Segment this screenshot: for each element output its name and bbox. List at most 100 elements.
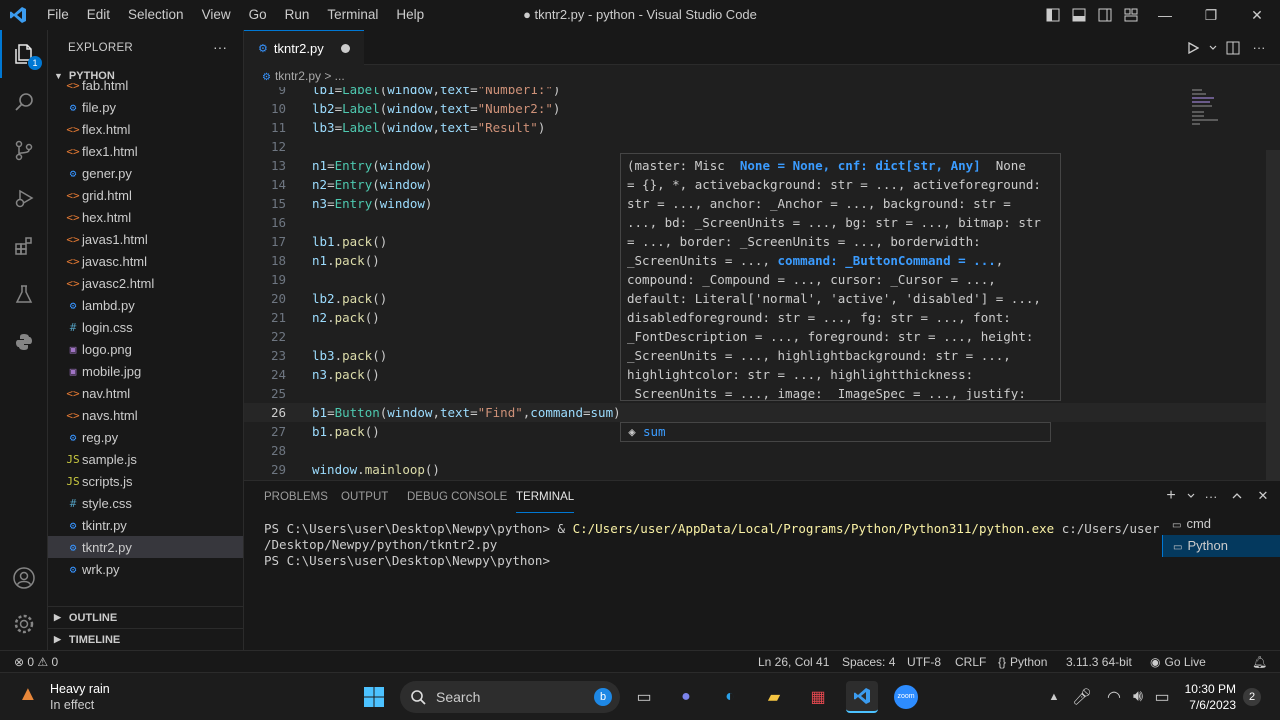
file-item[interactable]: # style.css	[48, 492, 243, 514]
zoom-icon[interactable]: zoom	[890, 681, 922, 713]
file-item[interactable]: JS sample.js	[48, 448, 243, 470]
file-item[interactable]: <> flex.html	[48, 118, 243, 140]
cursor-position[interactable]: Ln 26, Col 41	[758, 651, 829, 673]
terminal-line-2[interactable]: /Desktop/Newpy/python/tkntr2.py	[264, 537, 497, 553]
editor-scrollbar[interactable]	[1266, 150, 1280, 480]
microphone-icon[interactable]: 🎤︎	[1066, 681, 1098, 713]
file-item[interactable]: ⚙ lambd.py	[48, 294, 243, 316]
suggestion-widget[interactable]: ◈ sum	[620, 422, 1051, 442]
maximize-button[interactable]: ❐	[1188, 0, 1234, 30]
maximize-panel-chevron-up-icon[interactable]	[1224, 481, 1250, 511]
testing-icon[interactable]	[0, 270, 48, 318]
timeline-section[interactable]: ▶ TIMELINE	[48, 628, 243, 650]
code-line[interactable]: 29 window.mainloop()	[244, 460, 1280, 479]
terminal-line-3[interactable]: PS C:\Users\user\Desktop\Newpy\python>	[264, 553, 550, 569]
file-item[interactable]: ⚙ gener.py	[48, 162, 243, 184]
file-item[interactable]: ▣ mobile.jpg	[48, 360, 243, 382]
explorer-icon[interactable]: 1	[0, 30, 48, 78]
file-item[interactable]: <> javasc2.html	[48, 272, 243, 294]
clock[interactable]: 10:30 PM 7/6/2023	[1180, 681, 1236, 713]
suggestion-item-sum[interactable]: sum	[643, 424, 666, 439]
panel-tab-output[interactable]: OUTPUT	[341, 481, 388, 513]
split-editor-icon[interactable]	[1220, 33, 1246, 63]
run-python-file-icon[interactable]	[1180, 33, 1206, 63]
terminal-line-1[interactable]: PS C:\Users\user\Desktop\Newpy\python> &…	[264, 521, 1160, 537]
file-item[interactable]: ⚙ tkintr.py	[48, 514, 243, 536]
battery-icon[interactable]: ▭	[1146, 681, 1178, 713]
python-interpreter[interactable]: 3.11.3 64-bit	[1066, 651, 1132, 673]
minimize-button[interactable]: —	[1142, 0, 1188, 30]
teams-chat-icon[interactable]: ●	[670, 681, 702, 713]
file-item[interactable]: <> navs.html	[48, 404, 243, 426]
indentation[interactable]: Spaces: 4	[842, 651, 895, 673]
menu-run[interactable]: Run	[276, 0, 319, 30]
panel-tab-debug-console[interactable]: DEBUG CONSOLE	[407, 481, 507, 513]
terminal-list-item-cmd[interactable]: ▭ cmd	[1162, 513, 1280, 535]
source-control-icon[interactable]	[0, 126, 48, 174]
file-explorer-icon[interactable]: ▰	[758, 681, 790, 713]
file-item[interactable]: <> javasc.html	[48, 250, 243, 272]
notification-count-badge[interactable]: 2	[1243, 688, 1261, 706]
taskbar-search-box[interactable]: Search b	[400, 681, 620, 713]
terminal-dropdown-chevron-icon[interactable]	[1184, 481, 1198, 511]
file-item[interactable]: <> grid.html	[48, 184, 243, 206]
file-item[interactable]: <> flex1.html	[48, 140, 243, 162]
panel-tab-terminal[interactable]: TERMINAL	[516, 481, 575, 513]
notifications-bell-icon[interactable]: 🔔︎	[1252, 651, 1267, 673]
encoding[interactable]: UTF-8	[907, 651, 941, 673]
file-item[interactable]: ▣ logo.png	[48, 338, 243, 360]
tab-tkntr2[interactable]: ⚙ tkntr2.py	[244, 30, 364, 65]
code-line[interactable]: 9 lb1=Label(window,text="Number1:")	[244, 87, 1280, 99]
windows-start-icon[interactable]	[358, 681, 390, 713]
code-line[interactable]: 10 lb2=Label(window,text="Number2:")	[244, 99, 1280, 118]
file-item[interactable]: ⚙ reg.py	[48, 426, 243, 448]
end-of-line[interactable]: CRLF	[955, 651, 986, 673]
file-item[interactable]: JS scripts.js	[48, 470, 243, 492]
run-dropdown-chevron-icon[interactable]	[1206, 33, 1220, 63]
code-line[interactable]: 11 lb3=Label(window,text="Result")	[244, 118, 1280, 137]
menu-view[interactable]: View	[193, 0, 240, 30]
close-panel-icon[interactable]: ✕	[1250, 481, 1276, 511]
terminal-list-item-python[interactable]: ▭ Python	[1162, 535, 1280, 557]
extensions-icon[interactable]	[0, 222, 48, 270]
customize-layout-icon[interactable]	[1118, 0, 1144, 30]
accounts-icon[interactable]	[0, 554, 48, 602]
menu-terminal[interactable]: Terminal	[318, 0, 387, 30]
file-item[interactable]: <> javas1.html	[48, 228, 243, 250]
more-actions-icon[interactable]: ···	[213, 39, 227, 55]
file-item[interactable]: ⚙ tkntr2.py	[48, 536, 243, 558]
panel-more-actions-icon[interactable]: ···	[1198, 481, 1224, 511]
file-item[interactable]: ⚙ wrk.py	[48, 558, 243, 580]
vscode-taskbar-icon[interactable]	[846, 681, 878, 713]
weather-widget[interactable]: Heavy rain In effect	[50, 681, 110, 713]
outline-section[interactable]: ▶ OUTLINE	[48, 606, 243, 628]
file-item[interactable]: # login.css	[48, 316, 243, 338]
close-window-button[interactable]: ✕	[1234, 0, 1280, 30]
unsaved-dot-icon[interactable]	[341, 44, 350, 53]
manage-gear-icon[interactable]	[0, 600, 48, 648]
file-item[interactable]: <> nav.html	[48, 382, 243, 404]
file-item[interactable]: <> hex.html	[48, 206, 243, 228]
toggle-secondary-sidebar-icon[interactable]	[1092, 0, 1118, 30]
menu-file[interactable]: File	[38, 0, 78, 30]
menu-selection[interactable]: Selection	[119, 0, 193, 30]
menu-help[interactable]: Help	[387, 0, 433, 30]
task-view-icon[interactable]: ▭	[628, 681, 660, 713]
code-line[interactable]: 28	[244, 441, 1280, 460]
menu-go[interactable]: Go	[240, 0, 276, 30]
toggle-primary-sidebar-icon[interactable]	[1040, 0, 1066, 30]
breadcrumb[interactable]: ⚙ tkntr2.py > ...	[244, 65, 1280, 87]
minimap[interactable]	[1188, 87, 1258, 147]
panel-tab-problems[interactable]: PROBLEMS	[264, 481, 328, 513]
menu-edit[interactable]: Edit	[78, 0, 119, 30]
microsoft-store-icon[interactable]: ▦	[802, 681, 834, 713]
file-item[interactable]: ⚙ file.py	[48, 96, 243, 118]
weather-icon[interactable]: ▲	[18, 683, 38, 706]
new-terminal-plus-icon[interactable]: +	[1158, 481, 1184, 511]
python-icon[interactable]	[0, 318, 48, 366]
edge-browser-icon[interactable]: ◐	[714, 681, 746, 713]
run-debug-icon[interactable]	[0, 174, 48, 222]
toggle-panel-icon[interactable]	[1066, 0, 1092, 30]
editor-more-actions-icon[interactable]: ···	[1246, 33, 1272, 63]
language-mode[interactable]: {} Python	[998, 651, 1047, 673]
